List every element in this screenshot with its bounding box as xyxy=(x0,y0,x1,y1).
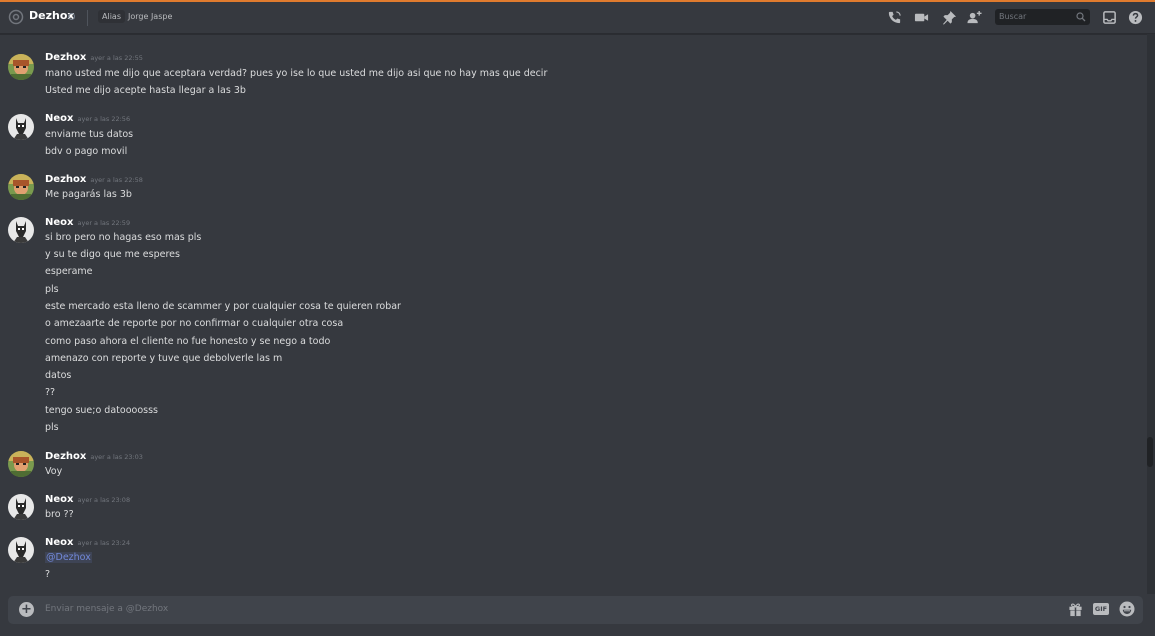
message-line: bdv o pago movil xyxy=(45,146,128,157)
avatar[interactable] xyxy=(8,54,34,80)
clipped-previous-message xyxy=(45,34,48,38)
avatar[interactable] xyxy=(8,174,34,200)
message-line: ? xyxy=(45,569,51,580)
message-line: Usted me dijo acepte hasta llegar a las … xyxy=(45,85,246,96)
channel-header: Dezhox Alias Jorge Jaspe Buscar xyxy=(0,2,1155,34)
video-icon[interactable] xyxy=(914,10,929,25)
alias-label: Alias xyxy=(98,10,125,23)
dezhox-avatar-art xyxy=(8,174,34,200)
status-indicator xyxy=(68,13,75,20)
avatar[interactable] xyxy=(8,451,34,477)
dezhox-avatar-art xyxy=(8,451,34,477)
scrollbar-thumb[interactable] xyxy=(1147,437,1153,467)
message-line: y su te digo que me esperes xyxy=(45,249,180,260)
message-line: amenazo con reporte y tuve que debolverl… xyxy=(45,353,283,364)
header-divider xyxy=(87,10,88,26)
message-mention-line: @Dezhox xyxy=(45,552,92,563)
message-timestamp: ayer a las 22:56 xyxy=(77,115,131,123)
search-input[interactable]: Buscar xyxy=(999,12,1026,21)
message-list[interactable]: Dezhox ayer a las 22:55 mano usted me dij… xyxy=(0,34,1147,594)
message-author[interactable]: Dezhox ayer a las 22:58 xyxy=(45,174,143,185)
add-attachment-icon[interactable]: + xyxy=(19,602,34,617)
message-line: esperame xyxy=(45,266,93,277)
call-icon[interactable] xyxy=(887,10,902,25)
message-timestamp: ayer a las 22:59 xyxy=(77,219,131,227)
avatar[interactable] xyxy=(8,537,34,563)
message-author[interactable]: Neox ayer a las 23:24 xyxy=(45,537,130,548)
search-box[interactable]: Buscar xyxy=(995,9,1090,25)
message-line: o amezaarte de reporte por no confirmar … xyxy=(45,318,344,329)
message-author[interactable]: Neox ayer a las 22:56 xyxy=(45,113,130,124)
search-icon xyxy=(1076,12,1086,22)
message-author[interactable]: Neox ayer a las 22:59 xyxy=(45,217,130,228)
dezhox-avatar-art xyxy=(8,54,34,80)
message-line: este mercado esta lleno de scammer y por… xyxy=(45,301,401,312)
avatar[interactable] xyxy=(8,217,34,243)
neox-avatar-art xyxy=(8,217,34,243)
message-line: como paso ahora el cliente no fue honest… xyxy=(45,336,331,347)
emoji-icon[interactable] xyxy=(1119,601,1135,617)
message-line: bro ?? xyxy=(45,509,74,520)
message-line: Voy xyxy=(45,466,63,477)
message-line: enviame tus datos xyxy=(45,129,134,140)
message-composer[interactable]: + Enviar mensaje a @Dezhox GIF xyxy=(8,596,1143,624)
avatar[interactable] xyxy=(8,114,34,140)
message-line: Me pagarás las 3b xyxy=(45,189,132,200)
pin-icon[interactable] xyxy=(942,10,957,25)
gift-icon[interactable] xyxy=(1068,602,1083,617)
at-icon xyxy=(8,9,24,25)
message-line: mano usted me dijo que aceptara verdad? … xyxy=(45,68,548,79)
avatar[interactable] xyxy=(8,494,34,520)
message-line: si bro pero no hagas eso mas pls xyxy=(45,232,202,243)
help-icon[interactable] xyxy=(1128,10,1143,25)
message-timestamp: ayer a las 23:24 xyxy=(77,539,131,547)
user-mention[interactable]: @Dezhox xyxy=(45,552,92,563)
message-line: datos xyxy=(45,370,72,381)
add-friend-icon[interactable] xyxy=(967,10,982,25)
message-timestamp: ayer a las 22:58 xyxy=(90,176,143,184)
gif-button[interactable]: GIF xyxy=(1093,603,1109,615)
neox-avatar-art xyxy=(8,114,34,140)
message-timestamp: ayer a las 23:03 xyxy=(90,453,143,461)
message-line: ?? xyxy=(45,387,56,398)
scrollbar-track[interactable] xyxy=(1147,34,1155,594)
inbox-icon[interactable] xyxy=(1102,10,1117,25)
message-author[interactable]: Dezhox ayer a las 23:03 xyxy=(45,451,143,462)
message-timestamp: ayer a las 22:55 xyxy=(90,54,143,62)
neox-avatar-art xyxy=(8,494,34,520)
message-line: pls xyxy=(45,284,59,295)
message-timestamp: ayer a las 23:08 xyxy=(77,496,131,504)
neox-avatar-art xyxy=(8,537,34,563)
alias-value: Jorge Jaspe xyxy=(128,12,173,21)
message-author[interactable]: Neox ayer a las 23:08 xyxy=(45,494,130,505)
message-input[interactable]: Enviar mensaje a @Dezhox xyxy=(45,604,168,614)
message-author[interactable]: Dezhox ayer a las 22:55 xyxy=(45,52,143,63)
message-line: pls xyxy=(45,422,59,433)
message-line: tengo sue;o datoooosss xyxy=(45,405,158,416)
